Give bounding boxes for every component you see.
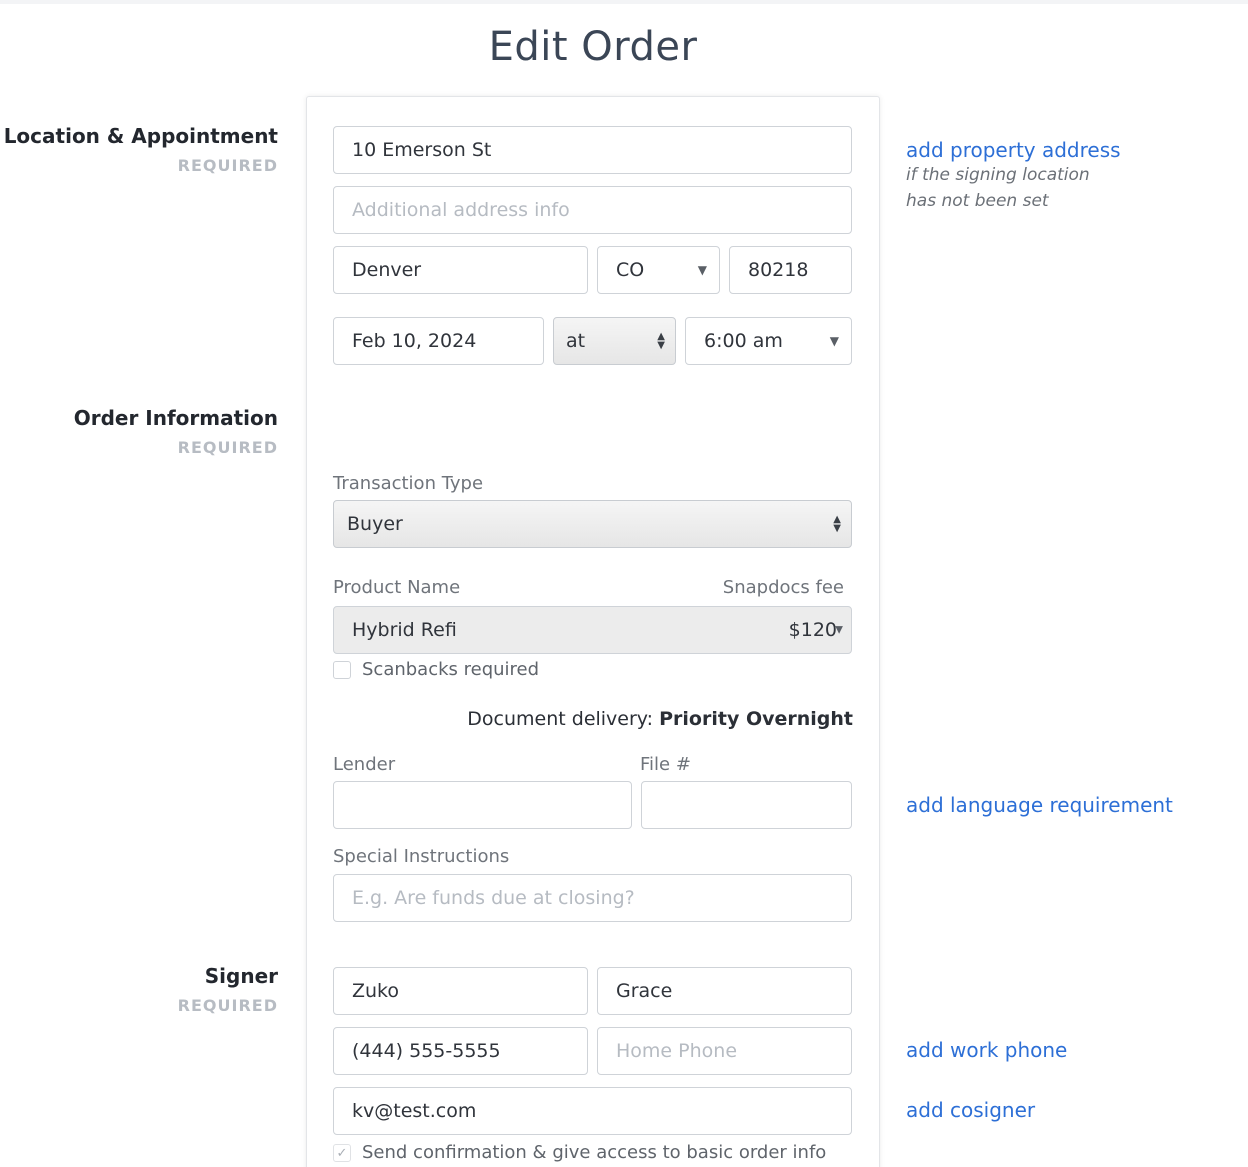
email-value: kv@test.com bbox=[352, 1100, 477, 1122]
delivery-value: Priority Overnight bbox=[659, 708, 853, 730]
city-input[interactable]: Denver bbox=[333, 246, 588, 294]
at-select[interactable]: at ▲ ▼ bbox=[553, 317, 676, 365]
checkmark-icon: ✓ bbox=[336, 1145, 348, 1161]
signer-email-input[interactable]: kv@test.com bbox=[333, 1087, 852, 1135]
address-line1-input[interactable]: 10 Emerson St bbox=[333, 126, 852, 174]
zip-value: 80218 bbox=[748, 259, 809, 281]
updown-arrows-icon: ▲ ▼ bbox=[657, 331, 665, 351]
required-label: REQUIRED bbox=[177, 156, 278, 175]
add-property-address-link[interactable]: add property address bbox=[906, 138, 1121, 162]
home-phone-placeholder: Home Phone bbox=[616, 1040, 738, 1062]
lender-input[interactable] bbox=[333, 781, 632, 829]
top-border bbox=[0, 0, 1248, 4]
section-title: Location & Appointment bbox=[3, 124, 278, 148]
property-address-hint: if the signing location has not been set bbox=[906, 162, 1090, 214]
section-order: Order Information REQUIRED bbox=[74, 406, 278, 457]
add-cosigner-link[interactable]: add cosigner bbox=[906, 1098, 1035, 1122]
send-confirmation-checkbox[interactable]: ✓ bbox=[333, 1144, 351, 1162]
required-label: REQUIRED bbox=[177, 438, 278, 457]
section-title: Signer bbox=[204, 964, 278, 988]
scanbacks-label: Scanbacks required bbox=[362, 659, 540, 680]
address-line2-placeholder: Additional address info bbox=[352, 199, 570, 221]
time-value: 6:00 am bbox=[704, 330, 783, 352]
transaction-type-value: Buyer bbox=[347, 513, 403, 535]
city-value: Denver bbox=[352, 259, 422, 281]
first-name-value: Zuko bbox=[352, 980, 400, 1002]
chevron-down-icon: ▼ bbox=[697, 263, 707, 277]
chevron-down-icon: ▼ bbox=[835, 624, 843, 636]
last-name-value: Grace bbox=[616, 980, 673, 1002]
address-line2-input[interactable]: Additional address info bbox=[333, 186, 852, 234]
phone-value: (444) 555-5555 bbox=[352, 1040, 501, 1062]
at-value: at bbox=[566, 330, 586, 352]
hint-line: if the signing location bbox=[906, 165, 1090, 185]
special-instructions-label: Special Instructions bbox=[333, 846, 510, 867]
address-line1-value: 10 Emerson St bbox=[352, 139, 492, 161]
delivery-prefix: Document delivery: bbox=[467, 708, 654, 730]
signer-first-name-input[interactable]: Zuko bbox=[333, 967, 588, 1015]
date-input[interactable]: Feb 10, 2024 bbox=[333, 317, 544, 365]
file-number-input[interactable] bbox=[641, 781, 852, 829]
signer-phone-input[interactable]: (444) 555-5555 bbox=[333, 1027, 588, 1075]
state-value: CO bbox=[616, 259, 645, 281]
section-location: Location & Appointment REQUIRED bbox=[4, 124, 278, 175]
product-name-label: Product Name bbox=[333, 577, 461, 598]
section-signer: Signer REQUIRED bbox=[178, 964, 278, 1015]
transaction-type-select[interactable]: Buyer ▲ ▼ bbox=[333, 500, 852, 548]
fee-value: $120 bbox=[788, 619, 837, 641]
snapdocs-fee-label: Snapdocs fee bbox=[722, 577, 844, 598]
state-select[interactable]: CO ▼ bbox=[597, 246, 720, 294]
add-work-phone-link[interactable]: add work phone bbox=[906, 1038, 1067, 1062]
product-value: Hybrid Refi bbox=[352, 619, 457, 641]
updown-arrows-icon: ▲ ▼ bbox=[833, 514, 841, 534]
special-instructions-placeholder: E.g. Are funds due at closing? bbox=[352, 887, 635, 909]
transaction-type-label: Transaction Type bbox=[333, 473, 484, 494]
lender-label: Lender bbox=[333, 754, 396, 775]
file-number-label: File # bbox=[640, 754, 691, 775]
required-label: REQUIRED bbox=[177, 996, 278, 1015]
signer-last-name-input[interactable]: Grace bbox=[597, 967, 852, 1015]
time-select[interactable]: 6:00 am ▼ bbox=[685, 317, 852, 365]
zip-input[interactable]: 80218 bbox=[729, 246, 852, 294]
add-language-requirement-link[interactable]: add language requirement bbox=[906, 793, 1173, 817]
section-title: Order Information bbox=[73, 406, 278, 430]
product-select[interactable]: Hybrid Refi $120 ▼ bbox=[333, 606, 852, 654]
send-confirmation-label: Send confirmation & give access to basic… bbox=[362, 1142, 827, 1163]
chevron-down-icon: ▼ bbox=[829, 334, 839, 348]
date-value: Feb 10, 2024 bbox=[352, 330, 477, 352]
scanbacks-checkbox[interactable] bbox=[333, 661, 351, 679]
home-phone-input[interactable]: Home Phone bbox=[597, 1027, 852, 1075]
hint-line: has not been set bbox=[906, 191, 1049, 211]
document-delivery: Document delivery: Priority Overnight bbox=[467, 708, 853, 730]
special-instructions-input[interactable]: E.g. Are funds due at closing? bbox=[333, 874, 852, 922]
page-title: Edit Order bbox=[488, 24, 698, 70]
